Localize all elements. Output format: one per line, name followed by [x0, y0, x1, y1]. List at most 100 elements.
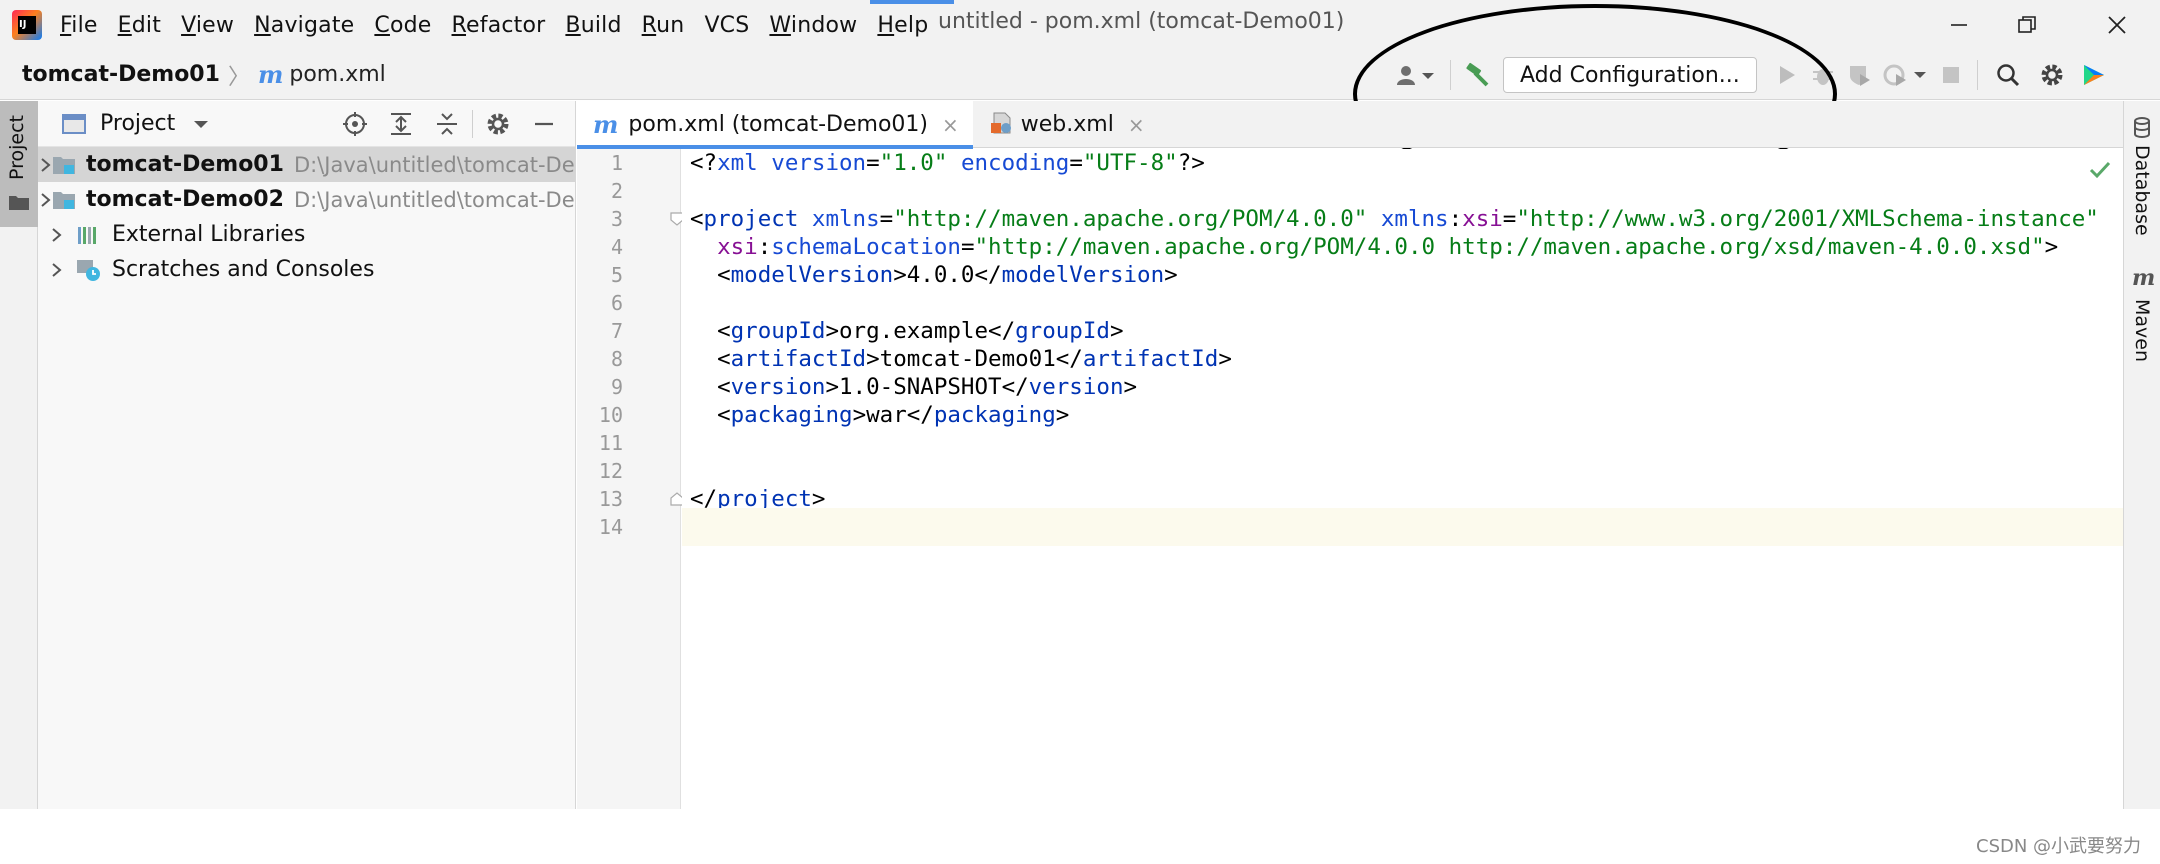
line-number: 2 — [610, 179, 623, 203]
minimize-icon — [1951, 24, 1967, 26]
ide-window: IJ File Edit View Navigate Code Refactor Build… — [0, 0, 2160, 864]
main-toolbar: Add Configuration... — [1390, 50, 2114, 100]
menu-items: File Edit View Navigate Code Refactor Build Run… — [60, 13, 948, 38]
menu-item-code[interactable]: Code — [374, 13, 431, 38]
menu-label: dit — [131, 12, 162, 38]
menu-item-run[interactable]: Run — [642, 13, 685, 38]
folder-icon — [9, 196, 29, 210]
maven-tool-tab[interactable]: Maven — [2131, 299, 2153, 362]
menu-label: uild — [580, 12, 622, 38]
line-number: 10 — [598, 403, 623, 427]
hide-panel-button[interactable] — [521, 101, 567, 147]
editor-tab[interactable]: web.xml × — [973, 101, 1159, 148]
editor-tab-label: pom.xml (tomcat-Demo01) — [628, 112, 928, 137]
maven-file-icon: m — [593, 110, 619, 139]
line-number: 14 — [598, 515, 623, 539]
add-configuration-button[interactable]: Add Configuration... — [1503, 57, 1757, 93]
chevron-down-icon[interactable] — [191, 117, 211, 131]
database-tool-tab[interactable]: Database — [2131, 145, 2153, 236]
window-title: untitled - pom.xml (tomcat-Demo01) — [938, 9, 1345, 34]
navigation-bar: tomcat-Demo01 〉 m pom.xml Add Configurat… — [0, 50, 2160, 100]
user-dropdown-icon — [1397, 66, 1434, 85]
coverage-button[interactable] — [1841, 50, 1877, 100]
menu-mnemonic: F — [60, 12, 72, 38]
database-icon — [2134, 117, 2150, 138]
watermark: CSDN @小武要努力 — [1976, 836, 2142, 857]
stop-button[interactable] — [1933, 50, 1969, 100]
settings-button[interactable] — [2030, 50, 2074, 100]
tree-item[interactable]: External Libraries — [38, 217, 575, 252]
code-editor[interactable]: <?xml version="1.0" encoding="UTF-8"?> <p… — [682, 149, 2123, 809]
gear-icon — [2041, 64, 2063, 86]
line-number: 3 — [610, 207, 623, 231]
tree-item[interactable]: tomcat-Demo02 D:\Java\untitled\tomcat-Dem… — [38, 182, 575, 217]
maven-icon: m — [2132, 265, 2156, 291]
menu-item-edit[interactable]: Edit — [118, 13, 161, 38]
toolbar-separator — [1450, 60, 1451, 90]
debug-button[interactable] — [1805, 50, 1841, 100]
close-button[interactable] — [2084, 0, 2150, 50]
close-tab-icon[interactable]: × — [942, 113, 959, 137]
editor-gutter: 1 2 3 4 5 6 7 8 9 10 11 12 13 14 — [577, 149, 684, 809]
project-view-icon — [62, 113, 86, 134]
expand-all-button[interactable] — [378, 101, 424, 147]
minimize-button[interactable] — [1926, 0, 1992, 50]
select-opened-file-button[interactable] — [332, 101, 378, 147]
project-panel-title[interactable]: Project — [100, 111, 175, 136]
breadcrumb-file[interactable]: pom.xml — [289, 62, 385, 87]
project-tool-tab[interactable]: Project — [0, 101, 38, 227]
tree-item[interactable]: tomcat-Demo01 D:\Java\untitled\tomcat-Dem… — [38, 147, 575, 182]
menu-label: efactor — [466, 12, 546, 38]
menu-item-navigate[interactable]: Navigate — [254, 13, 354, 38]
jetbrains-toolbox-button[interactable] — [2074, 50, 2114, 100]
tree-item-label: tomcat-Demo02 — [86, 187, 284, 212]
panel-settings-button[interactable] — [475, 101, 521, 147]
menu-label: avigate — [270, 12, 355, 38]
line-number: 5 — [610, 263, 623, 287]
close-icon — [2108, 16, 2126, 34]
line-number: 1 — [610, 151, 623, 175]
profile-button[interactable] — [1877, 50, 1933, 100]
vcs-user-button[interactable] — [1390, 50, 1442, 100]
collapse-all-button[interactable] — [424, 101, 470, 147]
line-number: 11 — [598, 431, 623, 455]
editor-tab[interactable]: m pom.xml (tomcat-Demo01) × — [577, 101, 973, 149]
menu-item-build[interactable]: Build — [565, 13, 621, 38]
menu-item-window[interactable]: Window — [769, 13, 857, 38]
tree-item[interactable]: Scratches and Consoles — [38, 252, 575, 287]
bug-icon — [1812, 69, 1833, 85]
build-button[interactable] — [1459, 50, 1495, 100]
menu-item-help[interactable]: Help — [877, 13, 928, 38]
title-accent-bar — [870, 0, 954, 4]
run-button[interactable] — [1769, 50, 1805, 100]
menu-item-view[interactable]: View — [181, 13, 234, 38]
chevron-right-icon[interactable] — [38, 192, 52, 208]
tree-item-label: External Libraries — [112, 222, 306, 247]
menu-item-file[interactable]: File — [60, 13, 98, 38]
intellij-logo-icon: IJ — [12, 10, 42, 40]
chevron-right-icon[interactable] — [38, 157, 52, 173]
close-tab-icon[interactable]: × — [1128, 113, 1145, 137]
breadcrumb-project[interactable]: tomcat-Demo01 — [22, 62, 220, 87]
chevron-right-icon[interactable] — [38, 227, 74, 243]
project-panel-tools — [332, 101, 567, 147]
menu-mnemonic: R — [641, 12, 657, 38]
menu-label: un — [656, 12, 685, 38]
toolbar-separator — [1976, 60, 1978, 90]
toolbox-icon — [2083, 65, 2104, 85]
menu-mnemonic: W — [769, 12, 791, 38]
breadcrumb-separator: 〉 — [227, 64, 250, 90]
code-line — [682, 508, 2123, 546]
profiler-dropdown-icon — [1883, 64, 1926, 86]
gear-icon — [487, 113, 509, 135]
no-problems-check-icon[interactable] — [2088, 158, 2112, 182]
chevron-right-icon[interactable] — [38, 262, 74, 278]
line-number: 13 — [598, 487, 623, 511]
web-xml-file-icon — [989, 111, 1017, 139]
menu-mnemonic: B — [565, 12, 581, 38]
menu-item-vcs[interactable]: VCS — [704, 13, 749, 38]
left-tool-strip: Project — [0, 101, 38, 809]
restore-button[interactable] — [1994, 0, 2060, 50]
menu-item-refactor[interactable]: Refactor — [452, 13, 546, 38]
search-everywhere-button[interactable] — [1986, 50, 2030, 100]
